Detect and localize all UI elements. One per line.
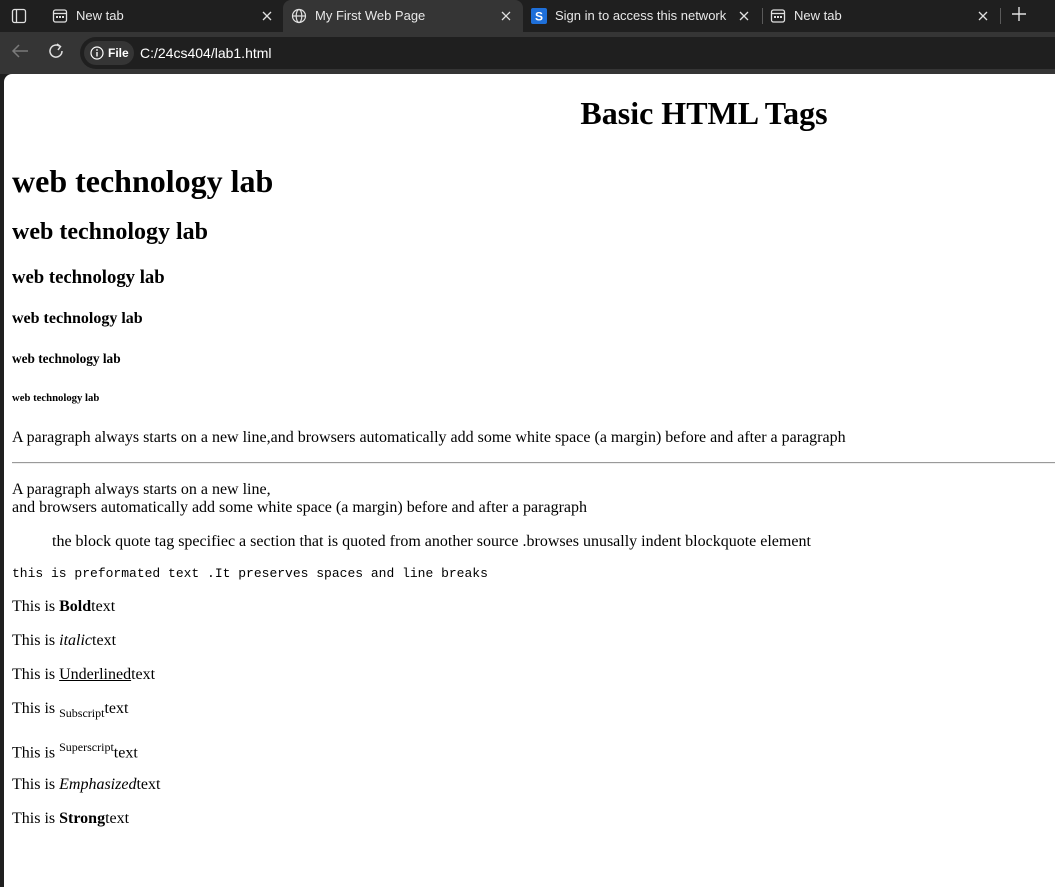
tab-actions-icon[interactable] [8, 6, 30, 26]
bold-text: Bold [59, 598, 92, 615]
strong-text: Strong [59, 810, 106, 827]
line-prefix: This is [12, 598, 60, 615]
underlined-text: Underlined [59, 666, 132, 683]
heading-h6: web technology lab [12, 392, 100, 404]
newtab-icon [770, 8, 786, 24]
toolbar: File C:/24cs404/lab1.html [0, 32, 1055, 74]
tab-title: My First Web Page [315, 8, 426, 23]
site-info-chip[interactable]: File [84, 41, 134, 65]
strong-line: This is Strongtext [12, 810, 129, 828]
heading-h3: web technology lab [12, 267, 165, 288]
line-suffix: text [105, 810, 130, 827]
back-button[interactable] [10, 43, 30, 63]
horizontal-rule [12, 462, 1055, 464]
tab-strip: New tab My First Web Page S Sign in to a… [0, 0, 1055, 32]
back-arrow-icon [11, 43, 29, 64]
line-prefix: This is [12, 666, 60, 683]
tab-title: New tab [76, 8, 124, 23]
heading-h1: web technology lab [12, 163, 274, 199]
heading-h4: web technology lab [12, 310, 143, 327]
page-title-heading: Basic HTML Tags [580, 95, 828, 131]
url-text[interactable]: C:/24cs404/lab1.html [140, 45, 272, 61]
tab-separator [1000, 8, 1001, 24]
paragraph: A paragraph always starts on a new line,… [12, 429, 846, 446]
tab-my-first-web-page[interactable]: My First Web Page [283, 0, 523, 32]
reload-button[interactable] [46, 42, 66, 65]
heading-h5: web technology lab [12, 351, 121, 366]
page-viewport: Basic HTML Tags web technology lab web t… [4, 74, 1055, 887]
paragraph-line: and browsers automatically add some whit… [12, 499, 588, 516]
svg-text:S: S [535, 10, 543, 24]
italic-line: This is italictext [12, 632, 116, 650]
tab-title: Sign in to access this network [555, 8, 727, 23]
close-icon[interactable] [260, 9, 274, 23]
plus-icon [1012, 6, 1026, 26]
line-prefix: This is [12, 776, 60, 793]
address-bar[interactable]: File C:/24cs404/lab1.html [80, 37, 1055, 69]
tab-new-tab-1[interactable]: New tab [44, 0, 284, 32]
emphasized-text: Emphasized [59, 776, 137, 793]
reload-icon [47, 42, 65, 65]
site-chip-label: File [108, 46, 129, 60]
line-suffix: text [131, 666, 156, 683]
line-prefix: This is [12, 632, 60, 649]
emphasized-line: This is Emphasizedtext [12, 776, 160, 794]
line-prefix: This is [12, 744, 60, 762]
subscript-line: This is Subscripttext [12, 700, 128, 721]
blockquote: the block quote tag specifiec a section … [52, 533, 811, 550]
line-prefix: This is [12, 810, 60, 827]
paragraph-line: A paragraph always starts on a new line, [12, 481, 271, 498]
superscript-line: This is Superscripttext [12, 740, 138, 763]
line-prefix: This is [12, 700, 60, 717]
line-suffix: text [136, 776, 161, 793]
preformatted-text: this is preformated text .It preserves s… [12, 566, 488, 581]
close-icon[interactable] [499, 9, 513, 23]
s-logo-icon: S [531, 8, 547, 24]
underline-line: This is Underlinedtext [12, 666, 155, 684]
close-icon[interactable] [976, 9, 990, 23]
subscript-text: Subscript [59, 706, 105, 721]
heading-h2: web technology lab [12, 219, 209, 245]
bold-line: This is Boldtext [12, 598, 115, 616]
line-suffix: text [113, 744, 138, 762]
superscript-text: Superscript [59, 740, 114, 754]
line-suffix: text [92, 632, 117, 649]
tab-sign-in-network[interactable]: S Sign in to access this network [523, 0, 761, 32]
newtab-icon [52, 8, 68, 24]
tab-title: New tab [794, 8, 842, 23]
tab-new-tab-2[interactable]: New tab [762, 0, 1000, 32]
globe-icon [291, 8, 307, 24]
line-suffix: text [91, 598, 116, 615]
info-icon [90, 46, 104, 60]
new-tab-button[interactable] [1008, 6, 1030, 26]
italic-text: italic [59, 632, 93, 649]
close-icon[interactable] [737, 9, 751, 23]
line-suffix: text [104, 700, 129, 717]
